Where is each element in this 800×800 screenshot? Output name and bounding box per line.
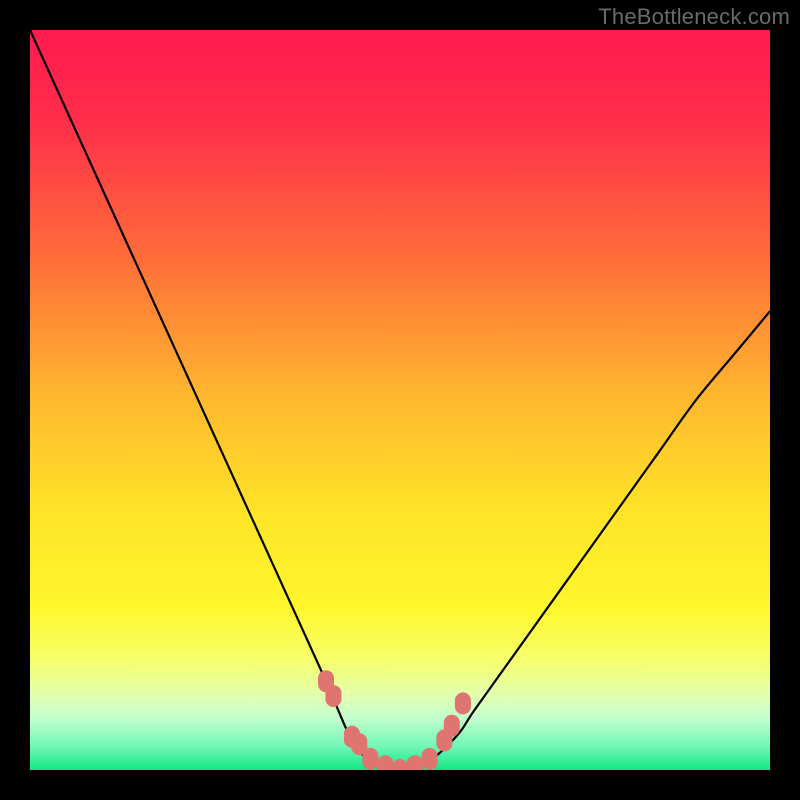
marker-point: [362, 748, 378, 770]
plot-area: [30, 30, 770, 770]
marker-point: [444, 715, 460, 737]
gradient-background: [30, 30, 770, 770]
marker-point: [325, 685, 341, 707]
watermark-text: TheBottleneck.com: [598, 4, 790, 30]
marker-point: [422, 748, 438, 770]
chart-svg: [30, 30, 770, 770]
marker-point: [455, 692, 471, 714]
chart-frame: TheBottleneck.com: [0, 0, 800, 800]
